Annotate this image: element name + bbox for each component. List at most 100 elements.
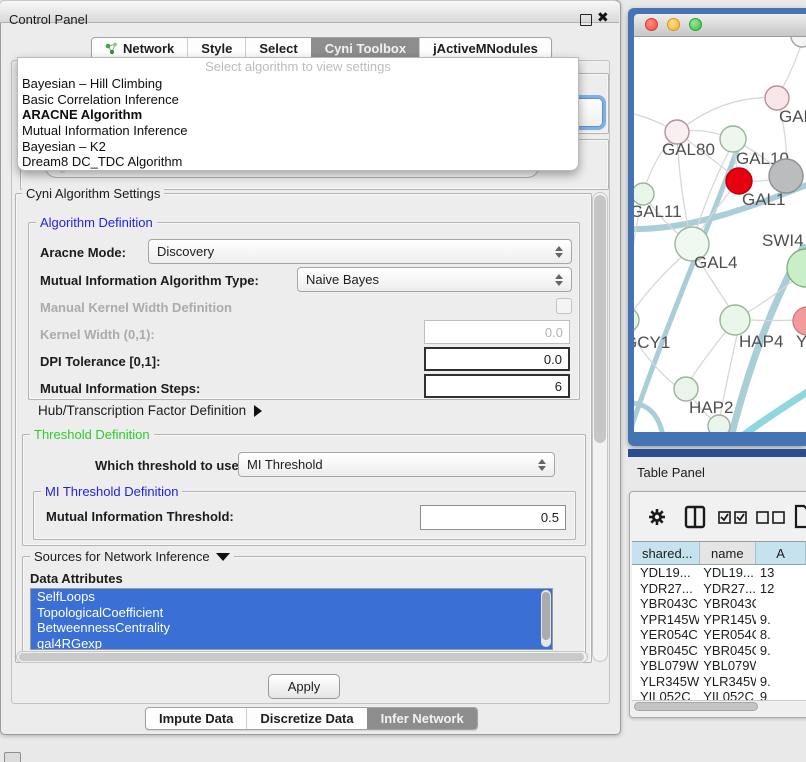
dropdown-item-bayesian-hill-climbing[interactable]: Bayesian – Hill Climbing <box>18 76 578 92</box>
algorithm-definition-title: Algorithm Definition <box>36 215 157 230</box>
hub-definition-label: Hub/Transcription Factor Definition <box>38 403 246 418</box>
dropdown-item-bayesian-k2[interactable]: Bayesian – K2 <box>18 139 578 155</box>
dropdown-item-dream8-dc-tdc-algorithm[interactable]: Dream8 DC_TDC Algorithm <box>18 154 578 170</box>
network-window-titlebar[interactable] <box>634 14 806 37</box>
combo-arrows-icon <box>555 274 563 286</box>
kernel-width-label: Kernel Width (0,1): <box>40 327 155 342</box>
table-cell: YPR145W <box>632 612 699 628</box>
network-canvas[interactable]: GAL2GAL80GAL10GAL1GAL11SWI4GAL4GCY1HAP4Y… <box>634 37 806 432</box>
table-cell: YLR345W <box>632 674 699 690</box>
dropdown-item-aracne-algorithm[interactable]: ARACNE Algorithm <box>18 107 578 123</box>
gear-icon[interactable] <box>648 508 666 526</box>
table-panel-title: Table Panel <box>637 465 705 480</box>
table-cell: 12 <box>756 581 806 597</box>
data-attributes-list[interactable]: SelfLoopsTopologicalCoefficientBetweenne… <box>30 588 553 650</box>
network-node-y[interactable] <box>793 307 806 335</box>
tab-impute-data[interactable]: Impute Data <box>146 708 246 729</box>
select-all-columns-icon[interactable] <box>718 511 748 524</box>
network-node-label: HAP2 <box>689 398 733 417</box>
mi-type-label: Mutual Information Algorithm Type: <box>40 273 259 288</box>
dropdown-item-basic-correlation-inference[interactable]: Basic Correlation Inference <box>18 92 578 108</box>
tab-infer-network[interactable]: Infer Network <box>367 708 477 729</box>
network-node-label: HAP4 <box>739 332 783 351</box>
manual-kernel-label: Manual Kernel Width Definition <box>40 300 232 315</box>
control-panel-title: Control Panel <box>9 12 88 27</box>
new-table-icon[interactable] <box>794 504 806 529</box>
kernel-width-field[interactable]: 0.0 <box>424 320 570 344</box>
deselect-all-columns-icon[interactable] <box>756 511 786 524</box>
control-panel-titlebar[interactable] <box>0 0 619 23</box>
close-traffic-light[interactable] <box>645 18 658 31</box>
mi-algorithm-type-combo[interactable]: Naive Bayes <box>297 267 572 292</box>
table-cell: YER054C <box>632 627 699 643</box>
dpi-tolerance-field[interactable]: 0.0 <box>424 347 570 371</box>
table-row[interactable]: YDR27...YDR27...12 <box>632 581 806 597</box>
settings-vertical-scrollbar-thumb[interactable] <box>594 195 606 443</box>
bottom-tabs: Impute DataDiscretize DataInfer Network <box>145 707 478 730</box>
tab-discretize-data[interactable]: Discretize Data <box>246 708 366 729</box>
tab-jactivemnodules[interactable]: jActiveMNodules <box>419 38 551 59</box>
mi-steps-field[interactable]: 6 <box>424 374 570 398</box>
which-threshold-value: MI Threshold <box>247 457 538 472</box>
close-icon[interactable]: ✖ <box>597 9 609 26</box>
table-row[interactable]: YLR345WYLR345W9. <box>632 674 806 690</box>
data-attributes-label: Data Attributes <box>30 571 123 586</box>
table-row[interactable]: YPR145WYPR145W9. <box>632 612 806 628</box>
table-horizontal-scrollbar-thumb[interactable] <box>634 702 758 711</box>
column-header-name[interactable]: name <box>700 542 757 564</box>
dropdown-item-mutual-information-inference[interactable]: Mutual Information Inference <box>18 123 578 139</box>
zoom-traffic-light[interactable] <box>689 18 702 31</box>
which-threshold-combo[interactable]: MI Threshold <box>238 452 555 477</box>
manual-kernel-checkbox[interactable] <box>556 298 572 314</box>
float-window-icon[interactable] <box>580 14 592 26</box>
network-node-label: GAL80 <box>662 140 715 159</box>
table-row[interactable]: YER054CYER054C8. <box>632 627 806 643</box>
hub-definition-expander[interactable]: Hub/Transcription Factor Definition <box>38 403 262 418</box>
aracne-mode-label: Aracne Mode: <box>40 245 126 260</box>
network-node-label: Y <box>796 332 806 351</box>
column-header-a[interactable]: A <box>756 542 806 564</box>
tab-cyni-toolbox[interactable]: Cyni Toolbox <box>311 38 419 59</box>
algorithm-dropdown-popup: Select algorithm to view settings Bayesi… <box>17 57 579 171</box>
network-node[interactable] <box>708 415 730 432</box>
column-header-shared-[interactable]: shared... <box>632 542 700 564</box>
network-icon <box>105 42 118 55</box>
sources-expander[interactable]: Sources for Network Inference <box>30 549 234 564</box>
settings-horizontal-scrollbar-thumb[interactable] <box>19 653 584 661</box>
network-node-label: GAL4 <box>694 253 737 272</box>
mi-threshold-field[interactable]: 0.5 <box>420 505 566 530</box>
table-cell: YPR145W <box>699 612 756 628</box>
apply-button[interactable]: Apply <box>268 674 340 699</box>
table-row[interactable]: YBR045CYBR045C9. <box>632 643 806 659</box>
corner-mini-button[interactable] <box>4 752 21 762</box>
split-columns-icon[interactable] <box>684 505 706 529</box>
network-node[interactable] <box>791 37 806 47</box>
network-node-gcy1[interactable] <box>634 308 639 332</box>
network-node-swi4[interactable] <box>787 249 806 287</box>
network-edge <box>750 320 799 321</box>
tab-style[interactable]: Style <box>187 38 245 59</box>
attribute-item-selfloops[interactable]: SelfLoops <box>31 589 552 605</box>
attribute-item-betweennesscentrality[interactable]: BetweennessCentrality <box>31 620 552 636</box>
table-cell: 8. <box>756 627 806 643</box>
which-threshold-label: Which threshold to use: <box>95 458 243 473</box>
table-row[interactable]: YDL19...YDL19...13 <box>632 565 806 581</box>
attribute-item-topologicalcoefficient[interactable]: TopologicalCoefficient <box>31 605 552 621</box>
table-cell: YDL19... <box>699 565 756 581</box>
mi-type-value: Naive Bayes <box>306 272 555 287</box>
expander-arrow-icon <box>254 405 262 417</box>
network-edge <box>634 252 687 318</box>
tab-select[interactable]: Select <box>245 38 310 59</box>
attribute-item-gal4rgexp[interactable]: gal4RGexp <box>31 636 552 651</box>
algorithm-dropdown-list: Bayesian – Hill ClimbingBasic Correlatio… <box>18 76 578 170</box>
network-node-hap4[interactable] <box>720 305 750 335</box>
aracne-mode-combo[interactable]: Discovery <box>148 239 572 264</box>
table-cell: 13 <box>756 565 806 581</box>
attributes-scrollbar-thumb[interactable] <box>542 592 550 640</box>
table-row[interactable]: YBR043CYBR043C <box>632 596 806 612</box>
minimize-traffic-light[interactable] <box>667 18 680 31</box>
network-node[interactable] <box>769 159 803 193</box>
network-node-label: GAL11 <box>634 202 682 221</box>
table-row[interactable]: YBL079WYBL079W <box>632 658 806 674</box>
tab-network[interactable]: Network <box>92 38 187 59</box>
